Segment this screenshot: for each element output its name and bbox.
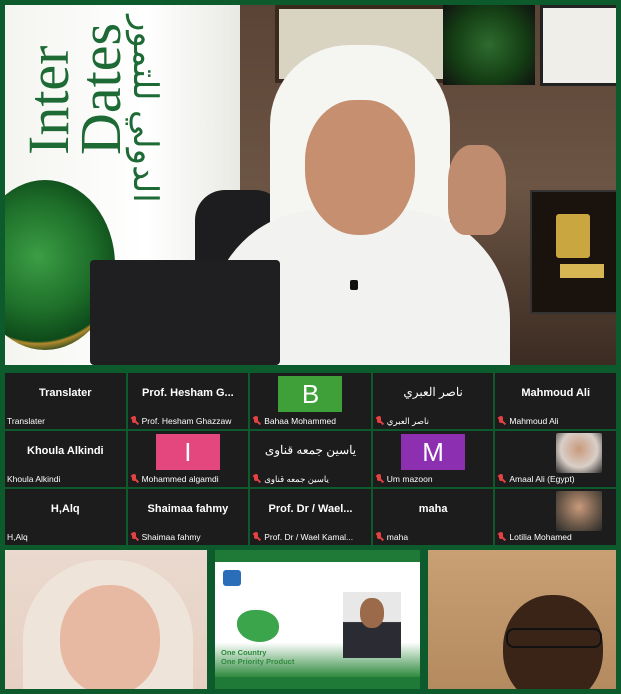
participant-display-name: Mahmoud Ali (521, 387, 591, 399)
participant-tile[interactable]: M Um mazoon (372, 431, 494, 487)
laptop (90, 260, 280, 365)
trophy-shelf (530, 190, 616, 314)
participant-name: maha (386, 532, 409, 542)
participant-avatar: B (278, 376, 343, 412)
participant-display-name: maha (418, 503, 448, 515)
participant-caption: Bahaa Mohammed (252, 415, 369, 427)
participant-avatar: M (401, 434, 466, 470)
participant-display-name: ياسين جمعه قناوى (264, 443, 357, 457)
participant-name: H,Alq (7, 532, 28, 542)
participant-name: Lotilia Mohamed (509, 532, 572, 542)
muted-mic-icon (497, 474, 506, 484)
banner-text-arabic: الدولي للتمور (126, 15, 164, 203)
banner-text-line2: Dates (68, 22, 133, 155)
participant-tile[interactable]: Prof. Hesham G... Prof. Hesham Ghazzaw (127, 373, 249, 429)
org-logo-icon (223, 570, 241, 586)
participant-name: Prof. Hesham Ghazzaw (141, 416, 232, 426)
muted-mic-icon (130, 532, 139, 542)
participant-name: Shaimaa fahmy (141, 532, 201, 542)
participant-display-name: ناصر العبري (403, 385, 463, 399)
presentation-slide: One Country One Priority Product (215, 562, 420, 677)
participant-photo (555, 491, 602, 531)
lapel-microphone-icon (350, 280, 358, 290)
participant-tile[interactable]: Prof. Dr / Wael... Prof. Dr / Wael Kamal.… (250, 489, 371, 545)
muted-mic-icon (130, 474, 139, 484)
participant-caption: Shaimaa fahmy (130, 531, 247, 543)
participant-tile[interactable]: ياسين جمعه قناوى ياسين جمعه قناوى (250, 431, 371, 487)
muted-mic-icon (130, 416, 139, 426)
participant-name: ناصر العبري (386, 415, 429, 426)
muted-mic-icon (375, 416, 384, 426)
participant-tile[interactable]: I Mohammed algamdi (127, 431, 249, 487)
slide-line2: One Priority Product (221, 657, 295, 666)
participant-tile[interactable]: maha maha (372, 489, 494, 545)
participant-caption: Prof. Dr / Wael Kamal... (252, 531, 369, 543)
participant-tile[interactable]: B Bahaa Mohammed (250, 373, 371, 429)
participant-caption: maha (375, 531, 492, 543)
muted-mic-icon (497, 416, 506, 426)
participant-caption: Translater (7, 415, 124, 427)
muted-mic-icon (252, 532, 261, 542)
participant-video-man[interactable] (428, 550, 616, 689)
participant-avatar: I (155, 434, 220, 470)
participant-tile[interactable]: Mahmoud Ali Mahmoud Ali (495, 373, 616, 429)
participant-name: Um mazoon (386, 474, 433, 484)
participant-photo (555, 433, 602, 473)
participant-name: Khoula Alkindi (7, 474, 61, 484)
presenter-photo (343, 592, 401, 658)
participant-display-name: Khoula Alkindi (27, 445, 104, 457)
participant-name: Amaal Ali (Egypt) (509, 474, 575, 484)
participant-caption: Amaal Ali (Egypt) (497, 473, 614, 485)
participant-tile[interactable]: H,Alq H,Alq (5, 489, 126, 545)
participant-tile[interactable]: Amaal Ali (Egypt) (495, 431, 616, 487)
muted-mic-icon (497, 532, 506, 542)
wall-certificate (540, 5, 616, 86)
slide-line1: One Country (221, 648, 267, 657)
participant-tile[interactable]: Khoula Alkindi Khoula Alkindi (5, 431, 126, 487)
main-speaker-video[interactable]: Inter Dates الدولي للتمور (5, 5, 616, 365)
participant-caption: ناصر العبري (375, 415, 492, 427)
participant-name: Bahaa Mohammed (264, 416, 337, 426)
participant-caption: ياسين جمعه قناوى (252, 473, 369, 485)
participant-name: Prof. Dr / Wael Kamal... (264, 532, 354, 542)
participant-caption: Mohammed algamdi (130, 473, 247, 485)
participant-caption: Um mazoon (375, 473, 492, 485)
participant-caption: Mahmoud Ali (497, 415, 614, 427)
participant-name: Mohammed algamdi (141, 474, 219, 484)
muted-mic-icon (375, 474, 384, 484)
participant-tile[interactable]: Lotilia Mohamed (495, 489, 616, 545)
muted-mic-icon (252, 416, 261, 426)
participant-tile[interactable]: ناصر العبري ناصر العبري (372, 373, 494, 429)
participant-caption: Khoula Alkindi (7, 473, 124, 485)
bottom-video-row: One Country One Priority Product (5, 550, 616, 689)
muted-mic-icon (375, 532, 384, 542)
participant-display-name: Translater (39, 387, 92, 399)
participant-display-name: Prof. Hesham G... (142, 387, 234, 399)
participant-name: ياسين جمعه قناوى (264, 473, 329, 484)
participant-display-name: Prof. Dr / Wael... (268, 503, 353, 515)
muted-mic-icon (252, 474, 261, 484)
participant-video-woman[interactable] (5, 550, 207, 689)
participant-caption: Lotilia Mohamed (497, 531, 614, 543)
participant-name: Mahmoud Ali (509, 416, 559, 426)
participant-display-name: H,Alq (50, 503, 80, 515)
participant-caption: H,Alq (7, 531, 124, 543)
map-icon (237, 610, 279, 642)
participant-tile[interactable]: Translater Translater (5, 373, 126, 429)
participant-grid: Translater Translater Prof. Hesham G... Pro… (5, 373, 616, 545)
participant-display-name: Shaimaa fahmy (147, 503, 229, 515)
shared-slide-video[interactable]: One Country One Priority Product (215, 550, 420, 689)
participant-name: Translater (7, 416, 45, 426)
participant-caption: Prof. Hesham Ghazzaw (130, 415, 247, 427)
participant-tile[interactable]: Shaimaa fahmy Shaimaa fahmy (127, 489, 249, 545)
